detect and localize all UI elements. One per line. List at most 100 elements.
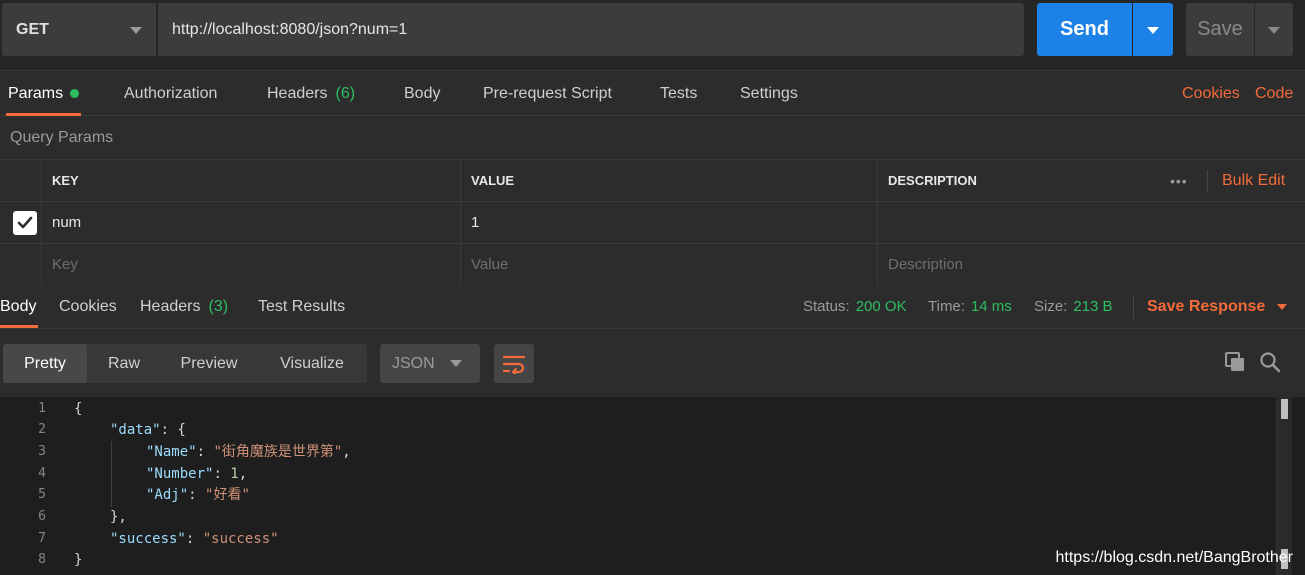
- code-token: :: [196, 444, 214, 460]
- save-options-button[interactable]: [1255, 3, 1293, 56]
- line-number: 7: [38, 531, 46, 546]
- tab-body[interactable]: Body: [404, 71, 440, 116]
- column-header-description: DESCRIPTION: [888, 173, 977, 188]
- json-string: "好看": [205, 487, 250, 503]
- code-token: }: [74, 552, 83, 568]
- code-line: "data": {: [110, 419, 186, 441]
- cookies-link[interactable]: Cookies: [1182, 71, 1240, 116]
- divider: [1133, 295, 1134, 319]
- divider: [1207, 170, 1208, 192]
- code-token: },: [110, 509, 127, 525]
- search-button[interactable]: [1257, 349, 1283, 375]
- tab-authorization[interactable]: Authorization: [124, 71, 217, 116]
- more-options-icon[interactable]: •••: [1158, 160, 1188, 201]
- indent-guide: [111, 441, 112, 507]
- tab-pre-request-script[interactable]: Pre-request Script: [483, 71, 612, 116]
- tab-params-label: Params: [8, 84, 64, 102]
- table-header-row: KEY VALUE DESCRIPTION ••• Bulk Edit: [0, 160, 1305, 202]
- code-token: ,: [238, 466, 248, 482]
- chevron-down-icon: [1147, 27, 1159, 34]
- save-response-label: Save Response: [1147, 297, 1266, 315]
- url-input[interactable]: http://localhost:8080/json?num=1: [158, 3, 1024, 56]
- tab-test-results[interactable]: Test Results: [258, 285, 345, 328]
- line-number: 2: [38, 422, 46, 437]
- column-header-key: KEY: [42, 160, 461, 201]
- json-key: "Name": [146, 444, 197, 460]
- code-token: :: [213, 466, 231, 482]
- key-placeholder-input[interactable]: Key: [42, 244, 461, 285]
- code-line: "success": "success": [110, 528, 279, 550]
- visualize-button[interactable]: Visualize: [257, 344, 367, 383]
- query-params-table: KEY VALUE DESCRIPTION ••• Bulk Edit num …: [0, 159, 1305, 286]
- status-value: 200 OK: [855, 298, 907, 315]
- headers-count: (6): [335, 84, 356, 102]
- tab-response-headers[interactable]: Headers (3): [140, 285, 228, 328]
- code-line: "Adj": "好看": [146, 484, 250, 506]
- param-key-cell[interactable]: num: [42, 202, 461, 243]
- json-key: "Adj": [146, 487, 189, 503]
- json-number: 1: [230, 466, 239, 482]
- preview-button[interactable]: Preview: [161, 344, 257, 383]
- json-key: "Number": [146, 466, 214, 482]
- line-number: 4: [38, 466, 46, 481]
- response-headers-count: (3): [208, 297, 229, 315]
- size-value: 213 B: [1073, 298, 1113, 315]
- json-string: "success": [202, 531, 279, 547]
- bulk-edit-button[interactable]: Bulk Edit: [1222, 160, 1285, 201]
- tab-settings[interactable]: Settings: [740, 71, 798, 116]
- code-token: : {: [160, 422, 186, 438]
- json-key: "data": [110, 422, 161, 438]
- active-dot-icon: [70, 89, 80, 98]
- code-line: }: [74, 549, 82, 571]
- send-button[interactable]: Send: [1037, 3, 1132, 56]
- code-line: "Name": "街角魔族是世界第",: [146, 441, 351, 463]
- send-options-button[interactable]: [1133, 3, 1173, 56]
- table-row: num 1: [0, 202, 1305, 244]
- row-checkbox-cell: [0, 244, 42, 285]
- time-label: Time:: [928, 298, 965, 315]
- response-body-editor[interactable]: 1 2 3 4 5 6 7 8 { "data": { "Name": "街角魔…: [0, 397, 1305, 575]
- code-link[interactable]: Code: [1255, 71, 1293, 116]
- line-number: 1: [38, 401, 46, 416]
- json-key: "success": [110, 531, 186, 547]
- query-params-title: Query Params: [0, 116, 1305, 160]
- save-response-button[interactable]: Save Response: [1147, 285, 1288, 328]
- search-icon: [1260, 352, 1281, 373]
- wrap-lines-button[interactable]: [494, 344, 534, 383]
- param-description-cell[interactable]: [878, 202, 1305, 243]
- tab-tests[interactable]: Tests: [660, 71, 697, 116]
- json-string: "街角魔族是世界第": [213, 444, 343, 460]
- time-value: 14 ms: [970, 298, 1012, 315]
- method-select[interactable]: GET: [2, 3, 156, 56]
- tab-params[interactable]: Params: [5, 71, 82, 116]
- table-row-empty: Key Value Description: [0, 244, 1305, 286]
- format-select[interactable]: JSON: [380, 344, 480, 383]
- request-tabs: Params Authorization Headers (6) Body Pr…: [0, 70, 1305, 116]
- line-number: 3: [38, 444, 46, 459]
- scrollbar-thumb[interactable]: [1281, 399, 1288, 419]
- copy-button[interactable]: [1222, 349, 1248, 375]
- raw-button[interactable]: Raw: [87, 344, 161, 383]
- row-checkbox[interactable]: [13, 211, 37, 235]
- url-value: http://localhost:8080/json?num=1: [172, 20, 408, 38]
- row-checkbox-cell: [0, 202, 42, 243]
- watermark-text: https://blog.csdn.net/BangBrother: [1055, 549, 1293, 566]
- line-number: 6: [38, 509, 46, 524]
- status-label: Status:: [803, 298, 850, 315]
- time-readout: Time: 14 ms: [928, 285, 1012, 328]
- status-readout: Status: 200 OK: [803, 285, 907, 328]
- description-placeholder-input[interactable]: Description: [878, 244, 1305, 285]
- tab-response-body[interactable]: Body: [0, 285, 39, 328]
- chevron-down-icon: [1268, 27, 1280, 34]
- chevron-down-icon: [450, 360, 462, 367]
- line-number: 8: [38, 552, 46, 567]
- tab-response-cookies[interactable]: Cookies: [59, 285, 117, 328]
- code-token: ,: [342, 444, 351, 460]
- code-line: {: [74, 398, 82, 420]
- value-placeholder-input[interactable]: Value: [461, 244, 878, 285]
- tab-headers[interactable]: Headers (6): [267, 71, 355, 116]
- pretty-button[interactable]: Pretty: [3, 344, 87, 383]
- size-readout: Size: 213 B: [1034, 285, 1113, 328]
- param-value-cell[interactable]: 1: [461, 202, 878, 243]
- save-button[interactable]: Save: [1186, 3, 1254, 56]
